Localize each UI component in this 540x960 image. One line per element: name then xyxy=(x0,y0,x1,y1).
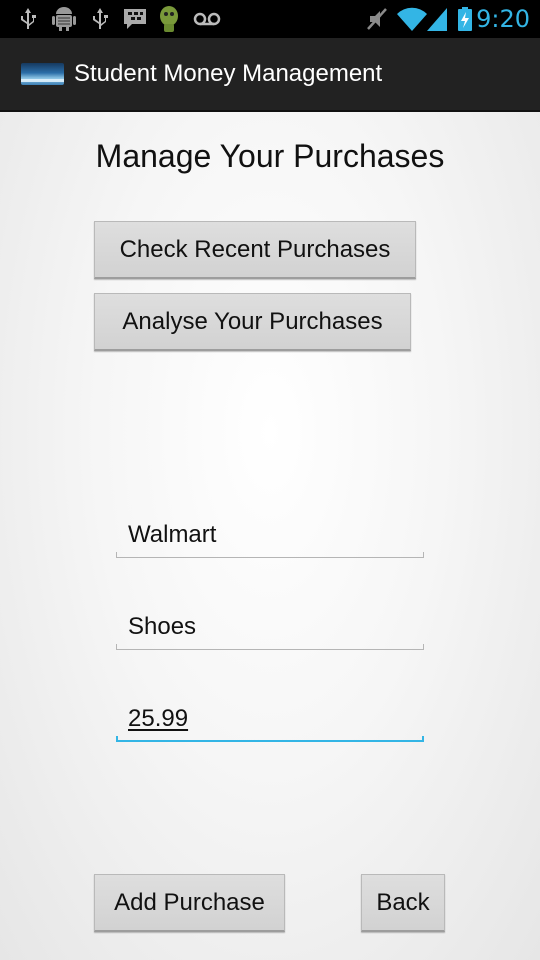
check-recent-purchases-button[interactable]: Check Recent Purchases xyxy=(94,221,416,279)
analyse-purchases-button[interactable]: Analyse Your Purchases xyxy=(94,293,411,351)
item-field[interactable]: Shoes xyxy=(116,604,424,650)
item-value: Shoes xyxy=(128,613,197,640)
app-landscape-icon[interactable] xyxy=(21,63,64,85)
muted-icon xyxy=(364,0,390,38)
voicemail-icon xyxy=(192,0,222,38)
android-debug-icon xyxy=(50,0,78,38)
usb-icon xyxy=(16,0,40,38)
store-field-underline xyxy=(116,552,424,558)
android-app-icon xyxy=(156,0,182,38)
bbm-icon xyxy=(120,0,150,38)
price-field-underline xyxy=(116,736,424,742)
battery-charging-icon xyxy=(454,0,476,38)
clock: 9:20 xyxy=(476,5,530,33)
back-button[interactable]: Back xyxy=(361,874,445,932)
usb-icon xyxy=(88,0,112,38)
price-field[interactable]: 25.99 xyxy=(116,696,424,742)
price-value: 25.99 xyxy=(128,705,189,732)
store-field[interactable]: Walmart xyxy=(116,512,424,558)
action-bar: Student Money Management xyxy=(0,38,540,112)
store-value: Walmart xyxy=(128,521,217,548)
status-bar: 9:20 xyxy=(0,0,540,38)
item-field-underline xyxy=(116,644,424,650)
page-title: Manage Your Purchases xyxy=(95,138,445,174)
app-title: Student Money Management xyxy=(74,60,383,87)
signal-icon xyxy=(424,0,450,38)
add-purchase-button[interactable]: Add Purchase xyxy=(94,874,285,932)
